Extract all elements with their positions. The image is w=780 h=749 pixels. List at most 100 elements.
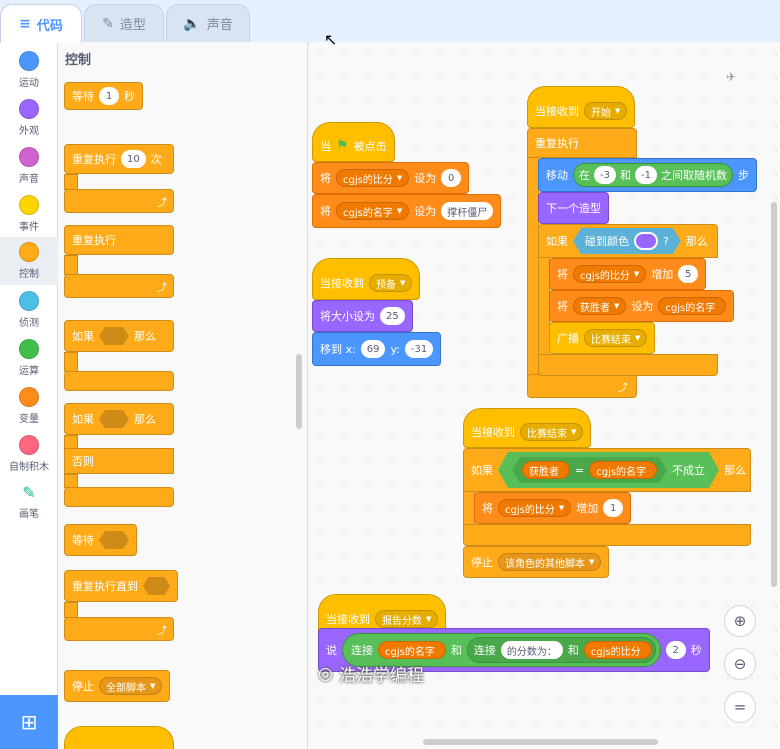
sprite-thumbnail-icon: ✈ (726, 70, 737, 84)
c-arm (64, 174, 78, 190)
change-variable-block[interactable]: 将 cgjs的比分 增加 5 (549, 258, 707, 290)
zoom-reset-button[interactable]: = (724, 691, 756, 723)
move-steps-block[interactable]: 移动 在 -3 和 -1 之间取随机数 步 (538, 158, 757, 192)
block-text: 等待 (72, 90, 94, 103)
block-palette: 控制 等待 1 秒 重复执行 10 次 ⤴ 重复执行 ⤴ 如果 那么 如果 那么 (58, 42, 308, 749)
condition-slot[interactable] (143, 577, 170, 595)
hat-block-partial[interactable] (64, 726, 174, 749)
message-dropdown[interactable]: 开始 (584, 102, 628, 120)
add-extension-button[interactable]: ⊞ (0, 695, 58, 749)
tab-sounds[interactable]: 🔈 声音 (166, 4, 250, 42)
value-input[interactable]: 0 (441, 169, 462, 187)
operators-dot-icon (19, 339, 39, 359)
message-dropdown[interactable]: 比赛结束 (584, 329, 648, 347)
value-input[interactable]: 撑杆僵尸 (441, 202, 494, 220)
condition-slot[interactable] (99, 531, 129, 549)
join-reporter[interactable]: 连接 的分数为： 和 cgjs的比分 (466, 637, 656, 663)
text-input[interactable]: 的分数为： (500, 641, 563, 659)
go-to-xy-block[interactable]: 移到 x: 69 y: -31 (312, 332, 442, 366)
tab-code[interactable]: ≡ 代码 (0, 4, 82, 43)
forever-block[interactable]: 重复执行 (527, 128, 637, 158)
block-text: 那么 (685, 235, 708, 248)
if-then-block[interactable]: 如果 获胜者 = cgjs的名字 不成立 那么 (463, 448, 751, 492)
palette-scrollbar[interactable] (296, 354, 302, 429)
repeat-count-input[interactable]: 10 (121, 150, 146, 168)
variable-dropdown[interactable]: cgjs的比分 (336, 169, 410, 187)
random-reporter[interactable]: 在 -3 和 -1 之间取随机数 (573, 163, 733, 187)
not-condition[interactable]: 获胜者 = cgjs的名字 不成立 (498, 452, 719, 488)
when-flag-clicked-block[interactable]: 当 ⚑ 被点击 (312, 122, 395, 162)
random-to-input[interactable]: -1 (634, 166, 657, 184)
message-dropdown[interactable]: 比赛结束 (520, 423, 584, 441)
category-operators[interactable]: 运算 (0, 334, 58, 380)
stop-block[interactable]: 停止 全部脚本 (64, 670, 171, 702)
set-size-block[interactable]: 将大小设为 25 (312, 300, 413, 332)
broadcast-block[interactable]: 广播 比赛结束 (549, 322, 656, 354)
zoom-out-button[interactable]: ⊖ (724, 648, 756, 680)
variable-reporter[interactable]: cgjs的名字 (589, 461, 657, 479)
set-variable-block[interactable]: 将 cgjs的比分 设为 0 (312, 162, 470, 194)
random-from-input[interactable]: -3 (594, 166, 616, 184)
wait-input[interactable]: 1 (99, 87, 119, 105)
category-sound[interactable]: 声音 (0, 142, 58, 188)
category-label: 控制 (19, 269, 39, 280)
category-motion[interactable]: 运动 (0, 46, 58, 92)
size-input[interactable]: 25 (380, 307, 405, 325)
category-variables[interactable]: 变量 (0, 382, 58, 428)
category-sensing[interactable]: 侦测 (0, 286, 58, 332)
workspace-horizontal-scrollbar[interactable] (423, 739, 658, 745)
change-variable-block[interactable]: 将 cgjs的比分 增加 1 (474, 492, 632, 524)
variable-reporter[interactable]: cgjs的名字 (378, 641, 446, 659)
stop-block[interactable]: 停止 该角色的其他脚本 (463, 546, 610, 578)
block-text: 如果 (546, 235, 568, 248)
equals-condition[interactable]: 获胜者 = cgjs的名字 (512, 457, 667, 483)
when-receive-block[interactable]: 当接收到 开始 (527, 86, 636, 128)
category-looks[interactable]: 外观 (0, 94, 58, 140)
block-text: 那么 (134, 330, 156, 343)
x-input[interactable]: 69 (360, 340, 386, 358)
variable-dropdown[interactable]: 获胜者 (573, 297, 627, 315)
wait-until-block[interactable]: 等待 (64, 524, 137, 556)
if-then-block[interactable]: 如果 碰到颜色 ? 那么 (538, 224, 718, 258)
wait-block[interactable]: 等待 1 秒 (64, 82, 143, 110)
touching-color-condition[interactable]: 碰到颜色 ? (573, 228, 681, 254)
if-header: 如果 那么 (64, 403, 174, 435)
category-events[interactable]: 事件 (0, 190, 58, 236)
when-receive-block[interactable]: 当接收到 比赛结束 (463, 408, 592, 448)
message-dropdown[interactable]: 报告分数 (375, 610, 439, 628)
zoom-in-button[interactable]: ⊕ (724, 605, 756, 637)
forever-footer: ⤴ (64, 274, 174, 298)
variable-dropdown[interactable]: cgjs的比分 (573, 265, 647, 283)
set-variable-block[interactable]: 将 获胜者 设为 cgjs的名字 (549, 290, 735, 322)
stop-dropdown[interactable]: 全部脚本 (99, 677, 163, 695)
variable-reporter[interactable]: 获胜者 (522, 461, 570, 479)
category-my-blocks[interactable]: 自制积木 (0, 430, 58, 476)
value-input[interactable]: 5 (678, 265, 699, 283)
block-text: = (575, 463, 585, 477)
next-costume-block[interactable]: 下一个造型 (538, 192, 609, 224)
variable-reporter[interactable]: cgjs的比分 (583, 641, 652, 659)
workspace-vertical-scrollbar[interactable] (771, 202, 777, 587)
set-variable-block[interactable]: 将 cgjs的名字 设为 撑杆僵尸 (312, 194, 502, 228)
variable-dropdown[interactable]: cgjs的名字 (336, 202, 410, 220)
repeat-header: 重复执行 10 次 (64, 144, 174, 174)
green-flag-icon: ⚑ (336, 138, 349, 154)
wechat-icon: ◎ (318, 663, 333, 684)
category-pen[interactable]: ✎ 画笔 (0, 478, 58, 524)
seconds-input[interactable]: 2 (665, 641, 686, 659)
value-input[interactable]: 1 (603, 499, 624, 517)
category-menu: 运动 外观 声音 事件 控制 侦测 运算 变量 自制积木 ✎ 画笔 (0, 42, 58, 695)
script-workspace[interactable]: ✈ 当 ⚑ 被点击 将 cgjs的比分 设为 0 将 cgjs的名字 设为 撑杆… (308, 42, 780, 749)
condition-slot[interactable] (99, 410, 129, 428)
variable-reporter[interactable]: cgjs的名字 (658, 297, 727, 315)
when-receive-block[interactable]: 当接收到 预备 (312, 258, 421, 300)
repeat-footer: ⤴ (64, 189, 174, 213)
y-input[interactable]: -31 (404, 340, 434, 358)
color-picker-swatch[interactable] (634, 232, 658, 250)
stop-dropdown[interactable]: 该角色的其他脚本 (498, 553, 602, 571)
category-control[interactable]: 控制 (0, 237, 58, 285)
tab-costumes[interactable]: ✎ 造型 (84, 4, 164, 42)
condition-slot[interactable] (99, 327, 129, 345)
message-dropdown[interactable]: 预备 (369, 274, 413, 292)
variable-dropdown[interactable]: cgjs的比分 (498, 499, 572, 517)
